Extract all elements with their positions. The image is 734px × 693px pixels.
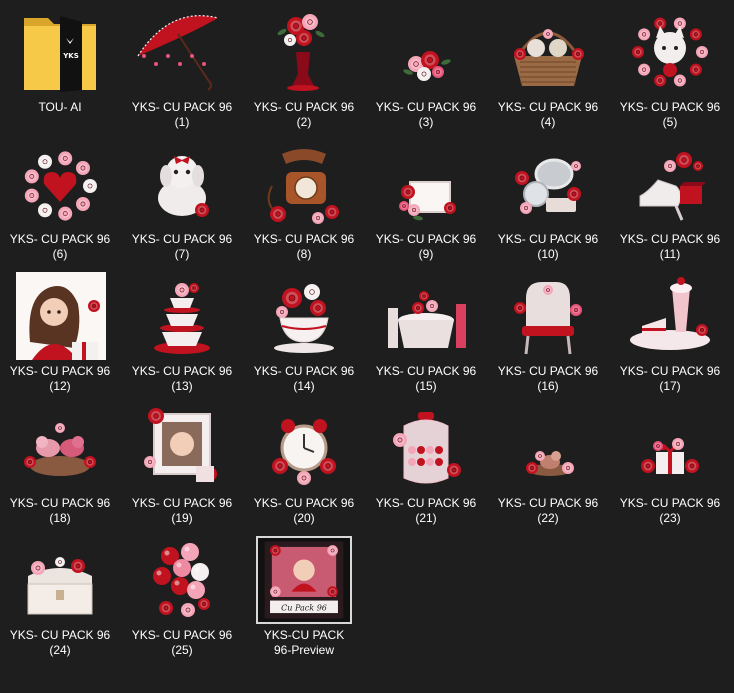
file-item[interactable]: YKS- CU PACK 96 (21) (366, 400, 486, 528)
file-item[interactable]: YKS- CU PACK 96 (20) (244, 400, 364, 528)
file-name-label: YKS-CU PACK 96-Preview (263, 628, 345, 657)
folder-badge-text: YKS (62, 52, 79, 60)
file-name-label: YKS- CU PACK 96 (12) (9, 364, 111, 393)
file-name-label: YKS- CU PACK 96 (13) (131, 364, 233, 393)
bird-flowers-icon (494, 400, 602, 496)
file-item[interactable]: YKS- CU PACK 96 (14) (244, 268, 364, 396)
file-item[interactable]: YKS- CU PACK 96 (10) (488, 136, 608, 264)
file-item[interactable]: YKS- CU PACK 96 (12) (0, 268, 120, 396)
file-name-label: YKS- CU PACK 96 (7) (131, 232, 233, 261)
file-name-label: YKS- CU PACK 96 (22) (497, 496, 599, 525)
file-item[interactable]: YKS- CU PACK 96 (13) (122, 268, 242, 396)
file-name-label: YKS- CU PACK 96 (24) (9, 628, 111, 657)
file-item[interactable]: YKS- CU PACK 96 (17) (610, 268, 730, 396)
red-lace-umbrella-icon (128, 4, 236, 100)
tea-table-icon (372, 268, 480, 364)
treasure-chest-icon (6, 532, 114, 628)
file-name-label: YKS- CU PACK 96 (16) (497, 364, 599, 393)
folder-item[interactable]: YKS TOU- AI (0, 4, 120, 132)
file-name-label: YKS- CU PACK 96 (1) (131, 100, 233, 129)
file-grid: YKS TOU- AI YKS- CU PACK 96 (1) YKS- CU PAC… (0, 0, 734, 693)
rose-teacup-icon (250, 268, 358, 364)
file-name-label: TOU- AI (38, 100, 82, 114)
file-name-label: YKS- CU PACK 96 (8) (253, 232, 355, 261)
kittens-basket-icon (494, 4, 602, 100)
file-item[interactable]: YKS- CU PACK 96 (7) (122, 136, 242, 264)
file-name-label: YKS- CU PACK 96 (20) (253, 496, 355, 525)
file-name-label: YKS- CU PACK 96 (9) (375, 232, 477, 261)
file-name-label: YKS- CU PACK 96 (14) (253, 364, 355, 393)
file-name-label: YKS- CU PACK 96 (17) (619, 364, 721, 393)
file-item[interactable]: YKS- CU PACK 96 (8) (244, 136, 364, 264)
baby-photo-frame-icon (128, 400, 236, 496)
file-item[interactable]: YKS- CU PACK 96 (2) (244, 4, 364, 132)
file-name-label: YKS- CU PACK 96 (15) (375, 364, 477, 393)
file-item[interactable]: YKS- CU PACK 96 (1) (122, 4, 242, 132)
flower-cluster-icon (372, 4, 480, 100)
file-name-label: YKS- CU PACK 96 (21) (375, 496, 477, 525)
file-name-label: YKS- CU PACK 96 (23) (619, 496, 721, 525)
file-name-label: YKS- CU PACK 96 (25) (131, 628, 233, 657)
milkshake-cake-icon (616, 268, 724, 364)
heart-bouquet-icon (6, 136, 114, 232)
high-heel-shoes-icon (616, 136, 724, 232)
alarm-clock-icon (250, 400, 358, 496)
file-item[interactable]: YKS- CU PACK 96 (16) (488, 268, 608, 396)
file-item[interactable]: YKS- CU PACK 96 (23) (610, 400, 730, 528)
file-name-label: YKS- CU PACK 96 (10) (497, 232, 599, 261)
file-item[interactable]: YKS- CU PACK 96 (22) (488, 400, 608, 528)
love-birds-nest-icon (6, 400, 114, 496)
file-name-label: YKS- CU PACK 96 (2) (253, 100, 355, 129)
file-item[interactable]: YKS- CU PACK 96 (11) (610, 136, 730, 264)
file-name-label: YKS- CU PACK 96 (6) (9, 232, 111, 261)
file-item[interactable]: YKS- CU PACK 96 (6) (0, 136, 120, 264)
gift-box-icon (616, 400, 724, 496)
vanity-chair-icon (494, 268, 602, 364)
kitten-wreath-icon (616, 4, 724, 100)
file-item[interactable]: YKS- CU PACK 96 (25) (122, 532, 242, 660)
file-item[interactable]: YKS- CU PACK 96 (4) (488, 4, 608, 132)
file-name-label: YKS- CU PACK 96 (19) (131, 496, 233, 525)
folder-icon: YKS (6, 4, 114, 100)
file-item[interactable]: YKS- CU PACK 96 (15) (366, 268, 486, 396)
vintage-phone-icon (250, 136, 358, 232)
teacup-stack-icon (128, 268, 236, 364)
file-item[interactable]: YKS- CU PACK 96 (9) (366, 136, 486, 264)
mirror-compact-icon (494, 136, 602, 232)
file-item[interactable]: YKS- CU PACK 96 (24) (0, 532, 120, 660)
file-name-label: YKS- CU PACK 96 (3) (375, 100, 477, 129)
file-name-label: YKS- CU PACK 96 (5) (619, 100, 721, 129)
file-item[interactable]: YKS- CU PACK 96 (19) (122, 400, 242, 528)
preview-script-text: Cu Pack 96 (281, 603, 327, 612)
balloons-bouquet-icon (128, 532, 236, 628)
file-item[interactable]: YKS- CU PACK 96 (3) (366, 4, 486, 132)
flower-vase-icon (250, 4, 358, 100)
white-puppy-icon (128, 136, 236, 232)
file-item[interactable]: YKS- CU PACK 96 (5) (610, 4, 730, 132)
file-name-label: YKS- CU PACK 96 (4) (497, 100, 599, 129)
file-item[interactable]: Cu Pack 96 YKS-CU PACK 96-Preview (244, 532, 364, 660)
girl-portrait-icon (6, 268, 114, 364)
file-name-label: YKS- CU PACK 96 (11) (619, 232, 721, 261)
candy-jar-icon (372, 400, 480, 496)
floral-frame-icon (372, 136, 480, 232)
file-name-label: YKS- CU PACK 96 (18) (9, 496, 111, 525)
file-item[interactable]: YKS- CU PACK 96 (18) (0, 400, 120, 528)
preview-collage-icon: Cu Pack 96 (250, 532, 358, 628)
